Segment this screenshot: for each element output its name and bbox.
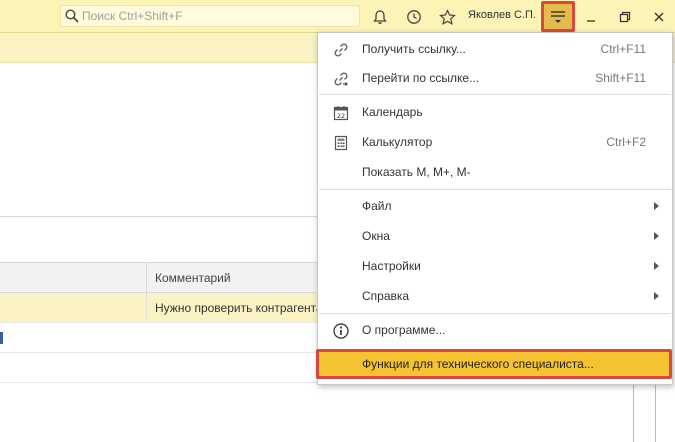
menu-item-label: Окна — [362, 229, 390, 243]
chevron-right-icon — [654, 232, 659, 240]
restore-icon[interactable] — [614, 6, 636, 28]
title-bar: Поиск Ctrl+Shift+F Яковлев С.П. — [0, 0, 675, 33]
menu-item-get-link[interactable]: Получить ссылку... Ctrl+F11 — [318, 34, 672, 64]
menu-item-label: Перейти по ссылке... — [362, 71, 480, 85]
info-icon — [332, 322, 350, 340]
svg-text:22: 22 — [337, 112, 345, 120]
column-comment[interactable]: Комментарий — [155, 271, 231, 285]
menu-item-help[interactable]: Справка — [318, 281, 672, 311]
chevron-right-icon — [654, 202, 659, 210]
menu-item-shortcut: Shift+F11 — [595, 71, 646, 85]
menu-item-about[interactable]: О программе... — [318, 315, 672, 345]
star-icon[interactable] — [436, 6, 458, 28]
menu-item-show-m[interactable]: Показать М, М+, М- — [318, 157, 672, 187]
table-row[interactable] — [0, 353, 318, 383]
table-header: Комментарий — [0, 262, 318, 293]
menu-item-label: Получить ссылку... — [362, 42, 466, 56]
menu-item-settings[interactable]: Настройки — [318, 251, 672, 281]
menu-item-label: Калькулятор — [362, 135, 433, 149]
menu-item-label: Файл — [362, 199, 392, 213]
menu-item-label: Календарь — [362, 105, 423, 119]
link-icon — [332, 41, 350, 59]
menu-item-goto-link[interactable]: Перейти по ссылке... Shift+F11 — [318, 63, 672, 93]
close-icon[interactable] — [648, 6, 670, 28]
search-placeholder: Поиск Ctrl+Shift+F — [82, 9, 183, 23]
menu-separator — [319, 313, 671, 314]
menu-item-label: Справка — [362, 289, 410, 303]
menu-item-label: Настройки — [362, 259, 421, 273]
menu-separator — [319, 94, 671, 95]
table-row[interactable]: Нужно проверить контрагента — [0, 293, 323, 323]
menu-item-label: Показать М, М+, М- — [362, 165, 471, 179]
row-comment-cell: Нужно проверить контрагента — [155, 301, 323, 315]
table-row[interactable] — [0, 323, 318, 353]
link-goto-icon — [332, 70, 350, 88]
divider — [0, 216, 318, 217]
minimize-icon[interactable] — [580, 6, 602, 28]
main-menu-button[interactable] — [541, 1, 575, 32]
hamburger-icon — [551, 10, 565, 23]
user-name[interactable]: Яковлев С.П. — [468, 9, 536, 21]
row-marker — [0, 332, 3, 344]
menu-item-shortcut: Ctrl+F2 — [606, 135, 646, 149]
menu-item-tech-functions[interactable]: Функции для технического специалиста... — [316, 349, 672, 379]
main-menu-dropdown: Получить ссылку... Ctrl+F11 Перейти по с… — [316, 32, 673, 385]
search-icon — [65, 9, 79, 26]
chevron-right-icon — [654, 262, 659, 270]
menu-item-label: О программе... — [362, 323, 446, 337]
menu-item-calculator[interactable]: Калькулятор Ctrl+F2 — [318, 127, 672, 157]
menu-item-windows[interactable]: Окна — [318, 221, 672, 251]
menu-separator — [319, 189, 671, 190]
menu-item-file[interactable]: Файл — [318, 191, 672, 221]
menu-item-calendar[interactable]: 22 Календарь — [318, 97, 672, 127]
menu-item-label: Функции для технического специалиста... — [362, 357, 594, 371]
search-input[interactable]: Поиск Ctrl+Shift+F — [60, 5, 360, 27]
history-icon[interactable] — [403, 6, 425, 28]
chevron-right-icon — [654, 292, 659, 300]
bell-icon[interactable] — [369, 6, 391, 28]
menu-item-shortcut: Ctrl+F11 — [600, 42, 646, 56]
calculator-icon — [332, 134, 350, 152]
calendar-icon: 22 — [332, 104, 350, 122]
